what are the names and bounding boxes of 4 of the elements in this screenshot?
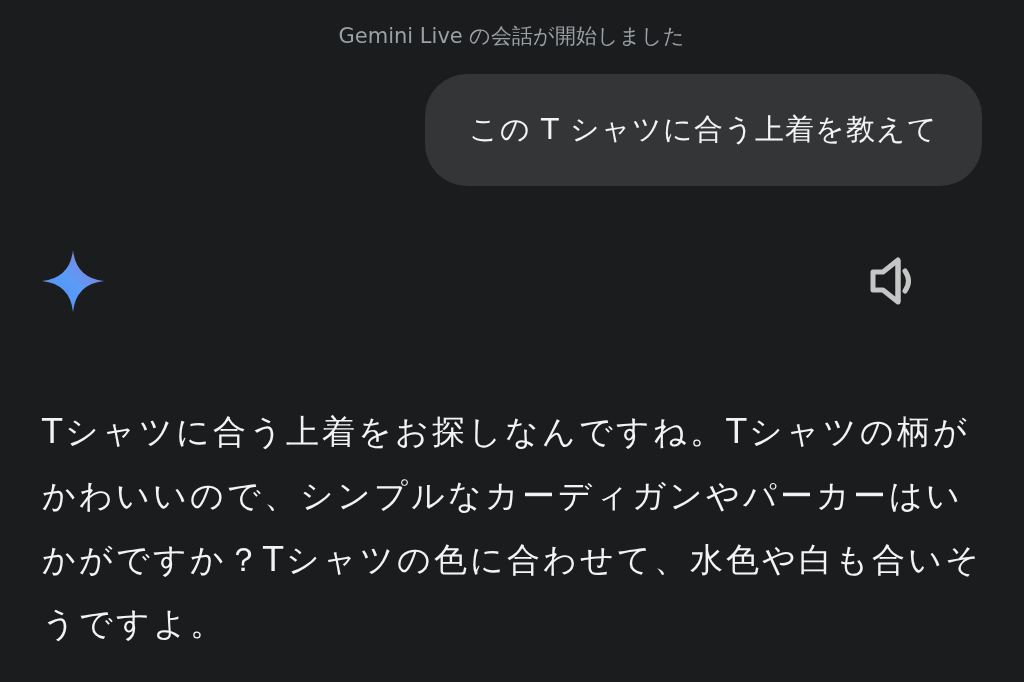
user-message-bubble: この T シャツに合う上着を教えて (424, 74, 982, 186)
status-message: Gemini Live の会話が開始しました (338, 24, 686, 48)
sparkle-icon (42, 250, 104, 312)
response-text: Tシャツに合う上着をお探しなんですね。Tシャツの柄がかわいいので、シンプルなカーディガンやパーカーはいかがですか？Tシャツの色に合わせて、水色や白も合いそうですよ。 (42, 411, 984, 645)
